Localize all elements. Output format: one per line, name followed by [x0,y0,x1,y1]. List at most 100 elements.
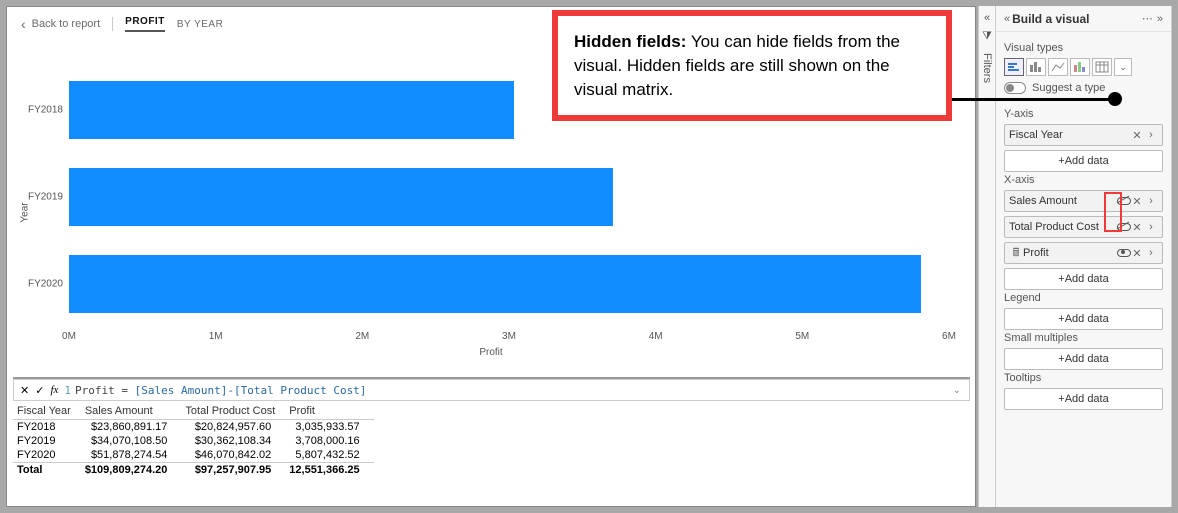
suggest-type-row[interactable]: Suggest a type [1004,82,1163,94]
commit-formula-icon[interactable]: ✓ [35,384,44,397]
column-header[interactable]: Fiscal Year [13,401,81,420]
visual-type-picker: ⌄ [1004,58,1163,76]
field-menu-icon[interactable]: › [1144,247,1158,259]
suggest-toggle[interactable] [1004,82,1026,94]
bar[interactable] [69,255,921,313]
bar[interactable] [69,81,514,139]
hide-field-icon[interactable] [1116,220,1130,235]
axis-tick: 0M [62,331,76,342]
field-name: Total Product Cost [1009,221,1116,233]
table-row: Total$109,809,274.20$97,257,907.9512,551… [13,463,374,478]
field-menu-icon[interactable]: › [1144,129,1158,141]
well-label-xaxis: X-axis [1004,174,1163,186]
cell: $20,824,957.60 [181,420,285,435]
visual-type-ribbon-icon[interactable] [1070,58,1090,76]
remove-field-icon[interactable]: ✕ [1130,221,1144,234]
annotation-callout: Hidden fields: You can hide fields from … [552,10,952,121]
cell: $97,257,907.95 [181,463,285,478]
suggest-label: Suggest a type [1032,82,1105,94]
cell: 3,035,933.57 [285,420,373,435]
column-header[interactable]: Profit [285,401,373,420]
add-data-button[interactable]: +Add data [1004,308,1163,330]
cell: 5,807,432.52 [285,448,373,463]
filters-pane-collapsed[interactable]: « ⧩ Filters [978,6,996,507]
field-pill[interactable]: Sales Amount ✕› [1004,190,1163,212]
back-to-report-button[interactable]: ‹ Back to report [21,16,100,32]
well-label-tooltips: Tooltips [1004,372,1163,384]
visual-type-table-icon[interactable] [1092,58,1112,76]
field-name: Fiscal Year [1009,129,1130,141]
x-axis-title: Profit [479,347,502,358]
category-label: FY2020 [23,278,63,289]
cell: 3,708,000.16 [285,434,373,448]
bar[interactable] [69,168,613,226]
field-pill[interactable]: Total Product Cost ✕› [1004,216,1163,238]
add-data-button[interactable]: +Add data [1004,150,1163,172]
visual-type-bar-icon[interactable] [1004,58,1024,76]
callout-title: Hidden fields: [574,32,686,51]
table-row: FY2019$34,070,108.50$30,362,108.343,708,… [13,434,374,448]
show-field-icon[interactable] [1116,246,1130,261]
cell: $30,362,108.34 [181,434,285,448]
visual-types-section: Visual types ⌄ Suggest a type [996,32,1171,102]
remove-field-icon[interactable]: ✕ [1130,247,1144,260]
divider [112,17,113,31]
table-row: FY2018$23,860,891.17$20,824,957.603,035,… [13,420,374,435]
cancel-formula-icon[interactable]: ✕ [20,384,29,397]
chevron-right-icon[interactable]: » [1155,13,1165,25]
well-label-yaxis: Y-axis [1004,108,1163,120]
hide-field-icon[interactable] [1116,194,1130,209]
chevron-left-icon[interactable]: « [984,12,990,24]
chevron-left-icon: ‹ [21,16,26,32]
axis-tick: 6M [942,331,956,342]
visual-type-column-icon[interactable] [1026,58,1046,76]
visual-type-expand-button[interactable]: ⌄ [1114,58,1132,76]
cell: $109,809,274.20 [81,463,182,478]
field-name: Profit [1023,247,1116,259]
visual-type-line-icon[interactable] [1048,58,1068,76]
build-pane-header: « Build a visual ⋯ » [996,6,1171,32]
field-wells: Y-axisFiscal Year✕›+Add dataX-axisSales … [996,102,1171,420]
remove-field-icon[interactable]: ✕ [1130,129,1144,142]
data-matrix: Fiscal YearSales AmountTotal Product Cos… [13,401,374,477]
cell: $34,070,108.50 [81,434,182,448]
well-label-small_multiples: Small multiples [1004,332,1163,344]
tab-by-year[interactable]: BY YEAR [177,19,224,30]
add-data-button[interactable]: +Add data [1004,268,1163,290]
column-header[interactable]: Sales Amount [81,401,182,420]
add-data-button[interactable]: +Add data [1004,388,1163,410]
category-label: FY2018 [23,105,63,116]
cell: FY2018 [13,420,81,435]
field-name: Sales Amount [1009,195,1116,207]
add-data-button[interactable]: +Add data [1004,348,1163,370]
data-view-panel: ✕ ✓ fx 1Profit = [Sales Amount]-[Total P… [13,377,970,502]
table-row: FY2020$51,878,274.54$46,070,842.025,807,… [13,448,374,463]
field-pill[interactable]: Fiscal Year✕› [1004,124,1163,146]
collapse-formula-icon[interactable]: ⌄ [953,385,961,396]
formula-text[interactable]: 1Profit = [Sales Amount]-[Total Product … [64,384,366,397]
axis-tick: 4M [649,331,663,342]
column-header[interactable]: Total Product Cost [181,401,285,420]
axis-tick: 3M [502,331,516,342]
remove-field-icon[interactable]: ✕ [1130,195,1144,208]
field-menu-icon[interactable]: › [1144,195,1158,207]
filters-label: Filters [981,53,993,83]
well-label-legend: Legend [1004,292,1163,304]
fx-icon: fx [50,384,58,396]
cell: $46,070,842.02 [181,448,285,463]
build-visual-pane: « Build a visual ⋯ » Visual types ⌄ Sugg… [996,6,1172,507]
field-menu-icon[interactable]: › [1144,221,1158,233]
field-pill[interactable]: 🖩Profit✕› [1004,242,1163,264]
formula-bar[interactable]: ✕ ✓ fx 1Profit = [Sales Amount]-[Total P… [13,379,970,401]
tab-profit[interactable]: PROFIT [125,16,165,32]
cell: Total [13,463,81,478]
more-options-icon[interactable]: ⋯ [1140,12,1155,25]
cell: FY2020 [13,448,81,463]
filter-icon[interactable]: ⧩ [982,30,992,43]
back-label: Back to report [32,18,100,30]
axis-tick: 2M [355,331,369,342]
cell: 12,551,366.25 [285,463,373,478]
chevron-left-icon[interactable]: « [1002,13,1012,25]
cell: $51,878,274.54 [81,448,182,463]
cell: FY2019 [13,434,81,448]
